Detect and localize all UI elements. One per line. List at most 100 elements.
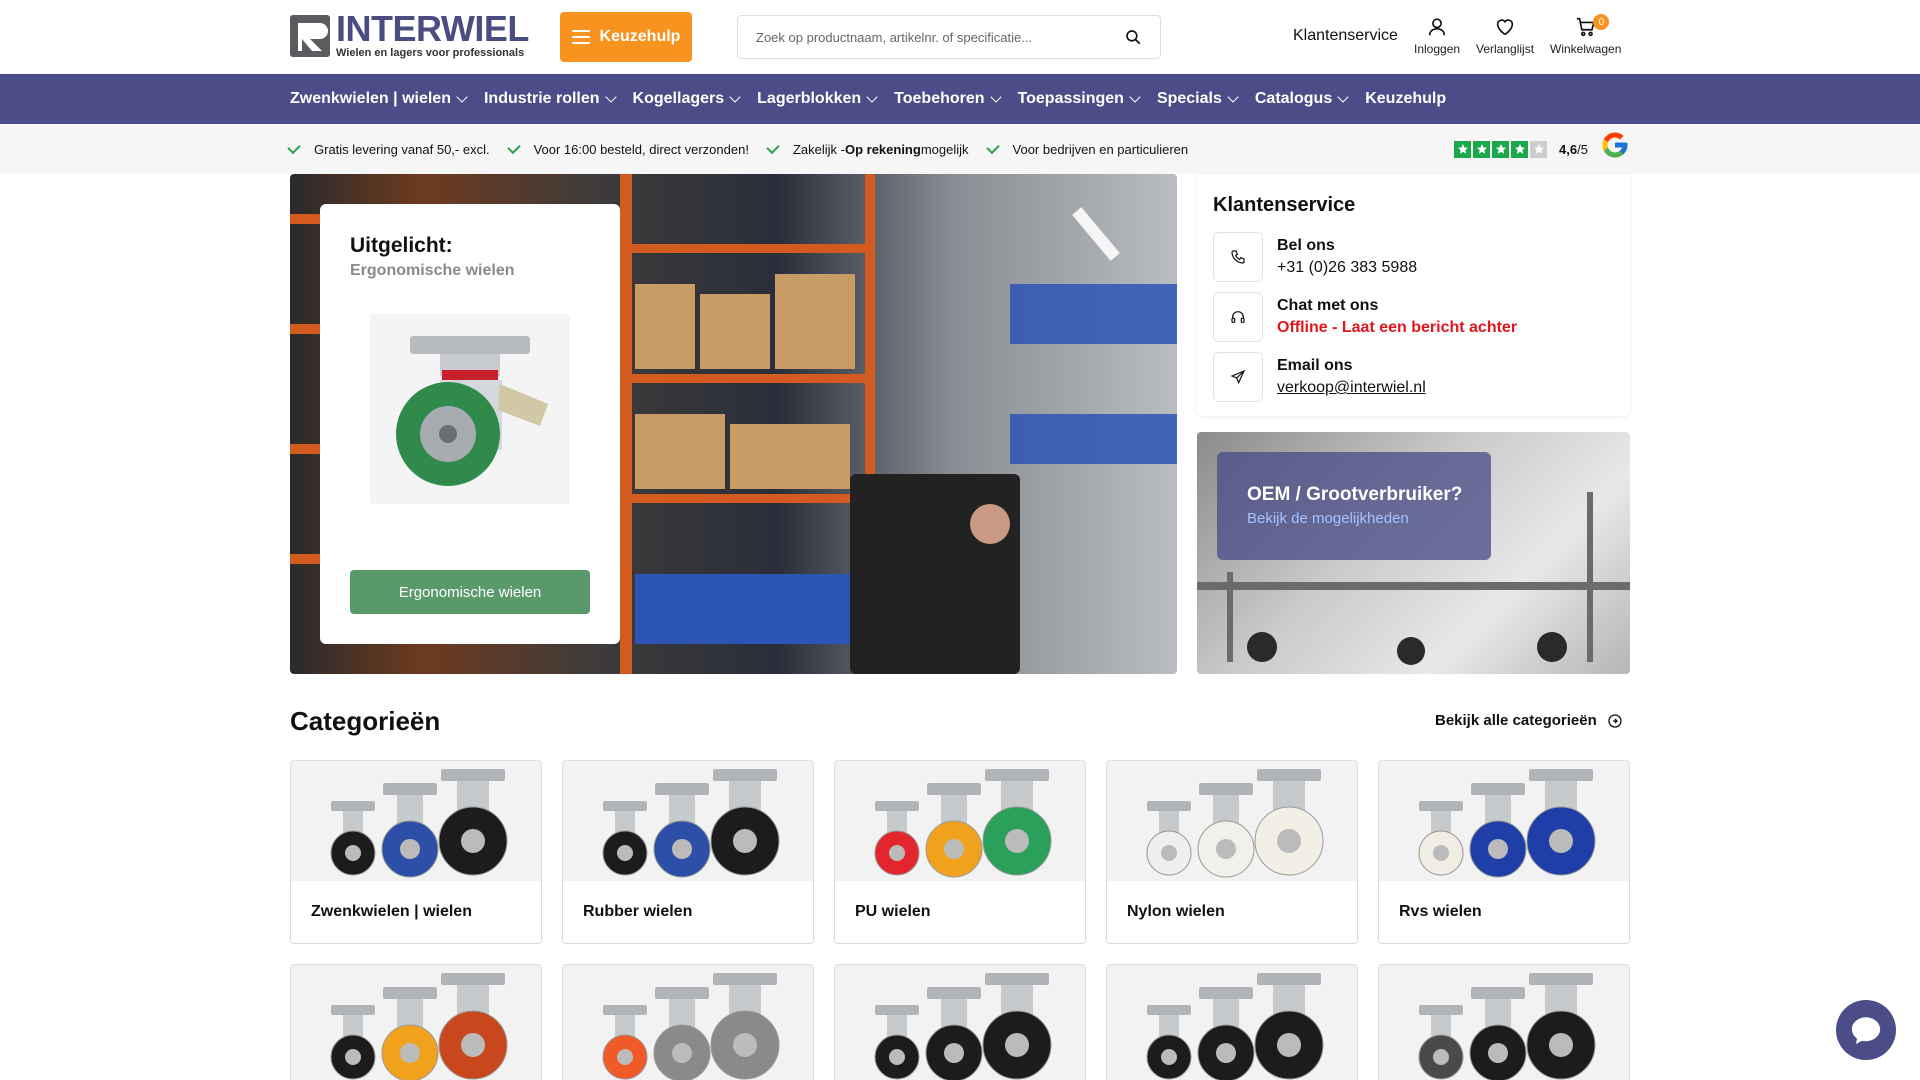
shelf-box — [700, 294, 770, 369]
google-logo-icon — [1602, 132, 1628, 158]
category-image — [835, 965, 1085, 1080]
featured-subtitle: Ergonomische wielen — [350, 262, 515, 279]
shelf-box — [635, 284, 695, 369]
shelf-beam — [620, 494, 870, 503]
email-address[interactable]: verkoop@interwiel.nl — [1277, 379, 1426, 397]
featured-card: Uitgelicht: Ergonomische wielen Ergonomi… — [320, 204, 620, 644]
call-row[interactable]: Bel ons +31 (0)26 383 5988 — [1213, 232, 1417, 282]
nav-item-toepassingen[interactable]: Toepassingen — [1018, 90, 1141, 108]
cart-wheel — [1247, 632, 1277, 662]
call-label: Bel ons — [1277, 237, 1335, 254]
category-card[interactable]: Zwenkwielen | wielen — [290, 760, 542, 944]
logo-mark-icon — [290, 15, 330, 57]
chat-widget-button[interactable] — [1836, 1000, 1896, 1060]
send-icon — [1213, 352, 1263, 402]
view-all-categories-link[interactable]: Bekijk alle categorieën — [1435, 712, 1623, 729]
chevron-down-icon — [604, 91, 617, 103]
featured-product-image[interactable] — [370, 314, 570, 504]
blue-crates — [1010, 414, 1177, 464]
rating-stars — [1454, 140, 1549, 158]
cart-link[interactable]: 0 Winkelwagen — [1550, 14, 1622, 56]
headset-icon — [1213, 292, 1263, 342]
logo-name: INTERWIEL — [336, 8, 529, 49]
chevron-down-icon — [729, 91, 741, 103]
star-icon — [1511, 140, 1528, 158]
phone-number[interactable]: +31 (0)26 383 5988 — [1277, 259, 1417, 277]
category-card[interactable] — [834, 964, 1086, 1080]
category-card[interactable]: PU wielen — [834, 760, 1086, 944]
category-card[interactable] — [562, 964, 814, 1080]
arrow-right-circle-icon — [1608, 713, 1622, 728]
category-card[interactable]: Rubber wielen — [562, 760, 814, 944]
wishlist-link[interactable]: Verlanglijst — [1476, 16, 1534, 56]
blue-crates — [1010, 284, 1177, 344]
klantenservice-link[interactable]: Klantenservice — [1293, 27, 1398, 45]
category-name: Rubber wielen — [583, 903, 693, 920]
star-icon — [1530, 140, 1547, 158]
nav-item-industrie-rollen[interactable]: Industrie rollen — [484, 90, 617, 108]
category-card[interactable]: Rvs wielen — [1378, 760, 1630, 944]
shelf-box — [775, 274, 855, 369]
check-icon — [766, 140, 780, 154]
shelf-box — [635, 414, 725, 489]
category-card[interactable] — [1378, 964, 1630, 1080]
shelf-beam — [620, 244, 870, 253]
user-icon — [1428, 18, 1446, 36]
keuzehulp-button-label: Keuzehulp — [599, 28, 681, 45]
nav-item-toebehoren[interactable]: Toebehoren — [894, 90, 1002, 108]
oem-banner[interactable]: OEM / Grootverbruiker? Bekijk de mogelij… — [1197, 432, 1630, 674]
google-rating[interactable]: 4,6/5 — [1454, 130, 1588, 168]
cart-frame — [1227, 572, 1233, 662]
rating-value: 4,6/5 — [1559, 141, 1588, 157]
logo-tagline: Wielen en lagers voor professionals — [336, 47, 525, 59]
hero-banner[interactable]: Uitgelicht: Ergonomische wielen Ergonomi… — [290, 174, 1177, 674]
nav-item-lagerblokken[interactable]: Lagerblokken — [757, 90, 878, 108]
star-icon — [1473, 140, 1490, 158]
cart-wheel — [1537, 632, 1567, 662]
category-image — [563, 761, 813, 881]
nav-item-keuzehulp[interactable]: Keuzehulp — [1365, 90, 1446, 108]
chevron-down-icon — [1337, 91, 1349, 103]
site-logo[interactable]: INTERWIEL Wielen en lagers voor professi… — [290, 8, 530, 59]
phone-icon — [1213, 232, 1263, 282]
search-input[interactable] — [756, 16, 1116, 58]
login-link[interactable]: Inloggen — [1414, 16, 1460, 56]
shelf-box — [730, 424, 850, 489]
nav-item-kogellagers[interactable]: Kogellagers — [633, 90, 741, 108]
category-image — [1107, 761, 1357, 881]
cart-label: Winkelwagen — [1550, 42, 1622, 56]
customer-service-title: Klantenservice — [1213, 194, 1356, 216]
chat-row[interactable]: Chat met ons Offline - Laat een bericht … — [1213, 292, 1517, 342]
category-image — [291, 965, 541, 1080]
usp-bar: Gratis levering vanaf 50,- excl. Voor 16… — [0, 124, 1920, 174]
usp-item: Voor 16:00 besteld, direct verzonden! — [506, 140, 749, 157]
category-name: Zwenkwielen | wielen — [311, 903, 472, 920]
chat-label: Chat met ons — [1277, 297, 1379, 314]
category-card[interactable] — [290, 964, 542, 1080]
chat-status[interactable]: Offline - Laat een bericht achter — [1277, 319, 1517, 337]
oem-link[interactable]: Bekijk de mogelijkheden — [1247, 510, 1409, 527]
chat-bubble-icon — [1851, 1017, 1881, 1045]
category-name: Nylon wielen — [1127, 903, 1225, 920]
category-image — [1107, 965, 1357, 1080]
nav-item-specials[interactable]: Specials — [1157, 90, 1239, 108]
keuzehulp-button[interactable]: Keuzehulp — [560, 12, 692, 62]
category-image — [1379, 965, 1629, 1080]
search-icon[interactable] — [1124, 28, 1142, 46]
featured-button[interactable]: Ergonomische wielen — [350, 570, 590, 614]
email-row[interactable]: Email ons verkoop@interwiel.nl — [1213, 352, 1426, 402]
cart-wheel — [1397, 637, 1425, 665]
shelf-beam — [620, 374, 870, 383]
category-image — [563, 965, 813, 1080]
category-card[interactable]: Nylon wielen — [1106, 760, 1358, 944]
star-icon — [1454, 140, 1471, 158]
hamburger-icon — [571, 30, 590, 44]
chevron-down-icon — [866, 91, 878, 103]
chevron-down-icon — [989, 91, 1002, 103]
nav-item-catalogus[interactable]: Catalogus — [1255, 90, 1349, 108]
chevron-down-icon — [1129, 91, 1141, 103]
check-icon — [287, 140, 301, 154]
category-card[interactable] — [1106, 964, 1358, 1080]
nav-item-zwenkwielen[interactable]: Zwenkwielen | wielen — [290, 90, 468, 108]
login-label: Inloggen — [1414, 42, 1461, 56]
